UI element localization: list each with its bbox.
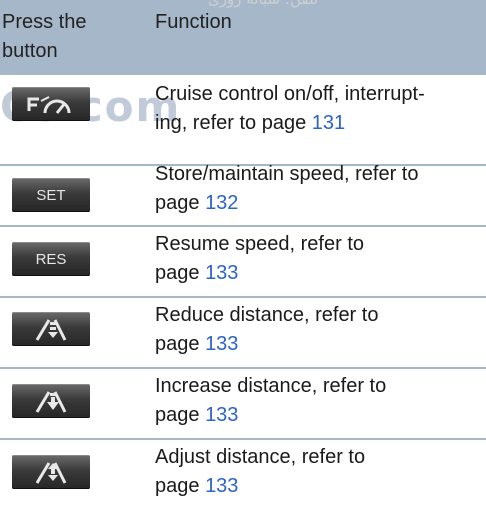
page-link[interactable]: 131 [312,112,345,134]
cruise-control-button[interactable] [12,87,90,121]
header-col1-line1: Press the [2,11,87,33]
table-row: Reduce distance, refer to page 133 [0,298,486,367]
row-line1: Reduce distance, refer to [155,304,379,326]
row-line1: Cruise control on/off, interrupt- [155,83,425,105]
table-row: Adjust distance, refer to page 133 [0,440,486,519]
row-description: Increase distance, refer to page 133 [155,372,475,430]
res-button-label: RES [35,250,67,268]
page-link[interactable]: 132 [205,192,238,214]
page-link[interactable]: 133 [205,475,238,497]
set-button[interactable]: SET [12,178,90,212]
header-col1-line2: button [2,40,58,62]
cruise-control-icon [27,96,71,114]
row-line1: Store/maintain speed, refer to [155,163,419,185]
table-row: Increase distance, refer to page 133 [0,369,486,437]
page-link[interactable]: 133 [205,404,238,426]
row-description: Adjust distance, refer to page 133 [155,443,475,501]
row-line2: ing, refer to page [155,112,312,134]
set-button-label: SET [36,186,66,204]
row-line2: page [155,475,206,497]
row-description: Resume speed, refer to page 133 [155,230,475,288]
distance-reduce-icon [35,319,67,341]
reduce-distance-button[interactable] [12,312,90,346]
row-description: Cruise control on/off, interrupt- ing, r… [155,80,475,138]
row-line1: Adjust distance, refer to [155,446,366,468]
table-header: Press the button Function تلفن: شبانه رو… [0,0,486,75]
table-row: RES Resume speed, refer to page 133 [0,227,486,295]
row-line2: page [155,333,206,355]
page-link[interactable]: 133 [205,333,238,355]
distance-increase-icon [35,391,67,413]
res-button[interactable]: RES [12,242,90,276]
increase-distance-button[interactable] [12,384,90,418]
row-line1: Increase distance, refer to [155,375,387,397]
row-line2: page [155,404,206,426]
watermark-arabic: تلفن: شبانه روزی [208,0,318,8]
row-description: Store/maintain speed, refer to page 132 [155,160,475,218]
table-row: SET Store/maintain speed, refer to page … [0,163,486,226]
page-link[interactable]: 133 [205,262,238,284]
adjust-distance-button[interactable] [12,455,90,489]
header-press-button: Press the button [2,8,132,66]
distance-adjust-icon [35,462,67,484]
row-line2: page [155,192,206,214]
row-description: Reduce distance, refer to page 133 [155,301,475,359]
row-line1: Resume speed, refer to [155,233,364,255]
header-function: Function [155,11,232,33]
function-table: Press the button Function تلفن: شبانه رو… [0,0,486,519]
table-row: Cruise control on/off, interrupt- ing, r… [0,75,486,165]
row-line2: page [155,262,206,284]
